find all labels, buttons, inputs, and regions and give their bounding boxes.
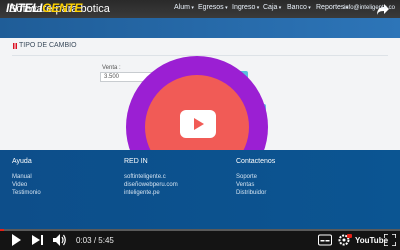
footer-link-video[interactable]: Video <box>12 182 27 188</box>
footer-heading-contactenos: Contactenos <box>236 158 276 165</box>
next-icon[interactable] <box>32 234 44 246</box>
footer-link-ventas[interactable]: Ventas <box>236 182 254 188</box>
site-footer <box>0 150 400 230</box>
footer-link-soporte[interactable]: Soporte <box>236 174 257 180</box>
duration: 5:45 <box>98 236 114 245</box>
footer-link-inteligente[interactable]: inteligente.pe <box>124 190 160 196</box>
volume-icon[interactable] <box>53 234 67 246</box>
user-email[interactable]: info@inteligente.co <box>344 5 395 11</box>
nav-item-banco[interactable]: Banco <box>287 4 311 11</box>
current-time: 0:03 <box>76 236 92 245</box>
venta-label: Venta : <box>102 65 121 71</box>
footer-link-manual[interactable]: Manual <box>12 174 32 180</box>
footer-heading-ayuda: Ayuda <box>12 158 32 165</box>
brand-part1: INTELI <box>6 1 43 15</box>
subtitles-icon[interactable] <box>318 234 332 246</box>
footer-link-disenowebperu[interactable]: diseñowebperu.com <box>124 182 178 188</box>
time-separator: / <box>93 236 97 245</box>
peru-flag-icon <box>13 43 17 49</box>
nav-item-alum[interactable]: Alum <box>174 4 194 11</box>
page-title: TIPO DE CAMBIO <box>19 42 77 49</box>
play-button-icon[interactable] <box>11 234 21 246</box>
nav-item-caja[interactable]: Caja <box>263 4 281 11</box>
footer-heading-red: RED IN <box>124 158 148 165</box>
app-header <box>0 18 400 38</box>
play-icon[interactable] <box>180 110 216 138</box>
nav-item-egresos[interactable]: Egresos <box>198 4 228 11</box>
fullscreen-icon[interactable] <box>384 234 396 246</box>
footer-link-distribuidor[interactable]: Distribuidor <box>236 190 266 196</box>
settings-icon[interactable] <box>338 234 352 246</box>
brand-part2: GENTE <box>42 1 83 15</box>
brand-logo[interactable]: INTELIGENTE <box>6 1 82 15</box>
footer-link-softinteligente[interactable]: softinteligente.c <box>124 174 166 180</box>
footer-link-testimonio[interactable]: Testimonio <box>12 190 41 196</box>
progress-fill <box>0 229 4 231</box>
nav-item-ingreso[interactable]: Ingreso <box>232 4 259 11</box>
time-display: 0:03 / 5:45 <box>76 236 114 245</box>
progress-track[interactable] <box>0 229 400 231</box>
